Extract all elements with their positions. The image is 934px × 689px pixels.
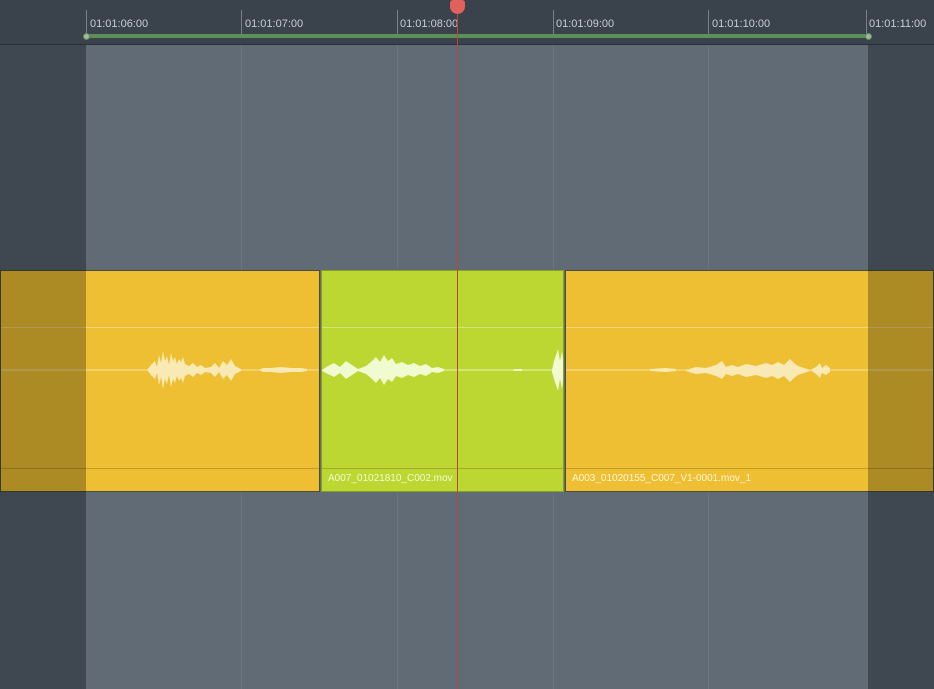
ruler-timecode: 01:01:11:00 bbox=[869, 18, 927, 30]
playhead-line[interactable] bbox=[457, 8, 458, 689]
ruler-tick bbox=[708, 10, 709, 36]
ruler-timecode: 01:01:09:00 bbox=[556, 18, 615, 30]
audio-track: A007_01021810_C002.mov A003_01020155_C00… bbox=[0, 270, 934, 494]
clip-name: A007_01021810_C002.mov bbox=[328, 473, 453, 484]
audio-clip-selected[interactable]: A007_01021810_C002.mov bbox=[321, 270, 564, 492]
ruler-timecode: 01:01:08:00 bbox=[400, 18, 459, 30]
ruler-timecode: 01:01:06:00 bbox=[90, 18, 149, 30]
timecode-ruler[interactable]: 01:01:06:00 01:01:07:00 01:01:08:00 01:0… bbox=[0, 0, 934, 45]
ruler-timecode: 01:01:07:00 bbox=[245, 18, 304, 30]
clip-name: A003_01020155_C007_V1-0001.mov_1 bbox=[572, 473, 752, 484]
in-point-handle[interactable] bbox=[83, 33, 90, 40]
ruler-tick bbox=[397, 10, 398, 36]
audio-waveform bbox=[322, 349, 563, 391]
ruler-tick bbox=[241, 10, 242, 36]
in-out-range-bar[interactable] bbox=[86, 34, 868, 38]
out-of-range-overlay bbox=[0, 270, 86, 492]
out-point-handle[interactable] bbox=[865, 33, 872, 40]
ruler-tick bbox=[553, 10, 554, 36]
ruler-timecode: 01:01:10:00 bbox=[712, 18, 771, 30]
out-of-range-overlay bbox=[868, 270, 934, 492]
